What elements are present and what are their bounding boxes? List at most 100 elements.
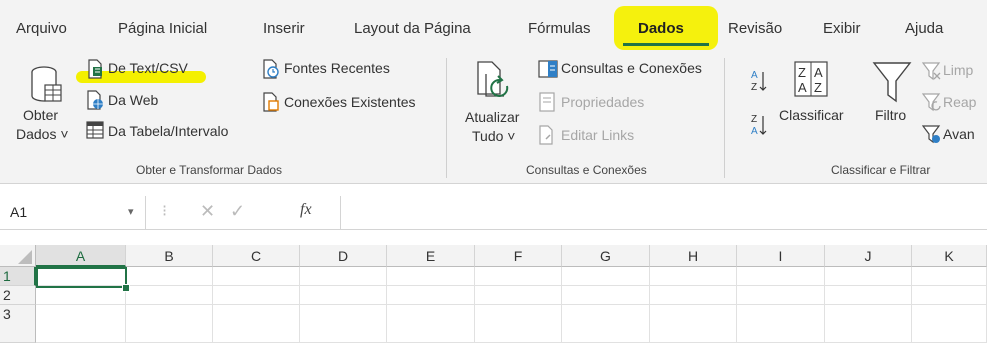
grid-cell[interactable] — [825, 267, 912, 286]
column-header-k[interactable]: K — [912, 245, 987, 267]
grid-cell[interactable] — [475, 286, 562, 305]
name-box[interactable]: A1 ▾ — [0, 196, 146, 229]
grid-cell[interactable] — [650, 286, 737, 305]
grid-cell[interactable] — [912, 267, 987, 286]
fill-handle[interactable] — [122, 284, 130, 292]
group-label-get-transform: Obter e Transformar Dados — [136, 163, 283, 177]
grid-cell[interactable] — [650, 305, 737, 343]
grid-cell[interactable] — [387, 305, 475, 343]
column-header-a[interactable]: A — [36, 245, 126, 267]
column-header-d[interactable]: D — [300, 245, 387, 267]
column-header-h[interactable]: H — [650, 245, 737, 267]
tab-inserir[interactable]: Inserir — [263, 20, 305, 37]
selected-cell-a1[interactable] — [36, 267, 127, 288]
name-box-value: A1 — [10, 204, 28, 220]
column-header-e[interactable]: E — [387, 245, 475, 267]
sort-dialog-icon: Z A A Z — [794, 61, 828, 97]
tab-ajuda[interactable]: Ajuda — [905, 20, 943, 37]
row-header-3[interactable]: 3 — [0, 305, 36, 343]
select-all-corner[interactable] — [0, 245, 36, 267]
filter-funnel-icon — [872, 62, 912, 103]
from-web-label: Da Web — [108, 92, 159, 108]
sort-label: Classificar — [779, 107, 844, 123]
select-all-triangle-icon — [18, 250, 32, 264]
grid-cell[interactable] — [825, 305, 912, 343]
refresh-all-label-2: Tudo ˅ — [472, 128, 516, 144]
edit-links-label: Editar Links — [561, 127, 635, 143]
tab-layout-da-pagina[interactable]: Layout da Página — [354, 20, 471, 37]
insert-function-icon[interactable]: fx — [300, 201, 312, 219]
column-header-g[interactable]: G — [562, 245, 650, 267]
grid-cell[interactable] — [912, 305, 987, 343]
grid-cell[interactable] — [737, 286, 825, 305]
cancel-icon[interactable]: ✕ — [200, 201, 215, 222]
filter-label: Filtro — [875, 107, 907, 123]
tab-exibir[interactable]: Exibir — [823, 20, 861, 37]
edit-links-icon — [539, 125, 553, 145]
refresh-icon — [477, 61, 509, 97]
grid-cell[interactable] — [825, 286, 912, 305]
tab-pagina-inicial[interactable]: Página Inicial — [118, 20, 207, 37]
grid-cell[interactable] — [213, 305, 300, 343]
ribbon: Arquivo Página Inicial Inserir Layout da… — [0, 0, 987, 184]
sort-ascending-icon: A Z — [751, 70, 767, 93]
from-table-label: Da Tabela/Intervalo — [108, 123, 229, 139]
tab-formulas[interactable]: Fórmulas — [528, 20, 591, 37]
grid-cell[interactable] — [126, 267, 213, 286]
grid-cell[interactable] — [300, 267, 387, 286]
tab-dados[interactable]: Dados — [638, 20, 684, 37]
grid-cell[interactable] — [387, 286, 475, 305]
reapply-filter-label: Reap — [943, 94, 977, 110]
enter-check-icon[interactable]: ✓ — [230, 201, 245, 222]
column-header-i[interactable]: I — [737, 245, 825, 267]
formula-input[interactable] — [340, 196, 987, 229]
grid-cell[interactable] — [912, 286, 987, 305]
group-label-queries-connections: Consultas e Conexões — [526, 163, 647, 177]
properties-label: Propriedades — [561, 94, 645, 110]
grid-cell[interactable] — [737, 305, 825, 343]
grid-cell[interactable] — [562, 267, 650, 286]
properties-icon — [539, 92, 555, 112]
grid-cell[interactable] — [126, 286, 213, 305]
advanced-filter-label: Avan — [943, 126, 975, 142]
clear-filter-icon — [922, 62, 941, 81]
tab-revisao[interactable]: Revisão — [728, 20, 782, 37]
svg-text:Z: Z — [751, 114, 757, 125]
web-file-icon — [87, 90, 103, 110]
grid-cell[interactable] — [562, 286, 650, 305]
recent-sources-icon — [263, 59, 279, 79]
grid-cell[interactable] — [36, 305, 126, 343]
grid-cell[interactable] — [213, 286, 300, 305]
grid-cell[interactable] — [650, 267, 737, 286]
text-file-icon — [88, 59, 102, 79]
grid-cell[interactable] — [300, 286, 387, 305]
grid-cell[interactable] — [737, 267, 825, 286]
grid-cell[interactable] — [475, 305, 562, 343]
grid-cell[interactable] — [36, 286, 126, 305]
group-label-sort-filter: Classificar e Filtrar — [831, 163, 931, 177]
chevron-down-icon[interactable]: ▾ — [128, 205, 134, 218]
grid-cell[interactable] — [562, 305, 650, 343]
queries-connections-icon — [538, 60, 558, 78]
column-header-j[interactable]: J — [825, 245, 912, 267]
tab-arquivo[interactable]: Arquivo — [16, 20, 67, 37]
vertical-dots-icon: ⁝ — [162, 203, 168, 220]
group-separator — [724, 58, 725, 178]
active-tab-indicator — [623, 43, 709, 46]
row-header-2[interactable]: 2 — [0, 286, 36, 305]
grid-cell[interactable] — [213, 267, 300, 286]
grid-cell[interactable] — [387, 267, 475, 286]
grid-cell[interactable] — [300, 305, 387, 343]
svg-text:Z: Z — [751, 82, 757, 93]
row-header-1[interactable]: 1 — [0, 267, 36, 286]
column-header-c[interactable]: C — [213, 245, 300, 267]
queries-connections-label: Consultas e Conexões — [561, 60, 702, 76]
column-header-f[interactable]: F — [475, 245, 562, 267]
clear-filter-label: Limp — [943, 62, 974, 78]
column-header-b[interactable]: B — [126, 245, 213, 267]
svg-text:A: A — [751, 126, 758, 137]
grid-cell[interactable] — [126, 305, 213, 343]
grid-cell[interactable] — [475, 267, 562, 286]
formula-bar: A1 ▾ ⁝ ✕ ✓ fx — [0, 196, 987, 230]
svg-text:A: A — [814, 65, 823, 80]
